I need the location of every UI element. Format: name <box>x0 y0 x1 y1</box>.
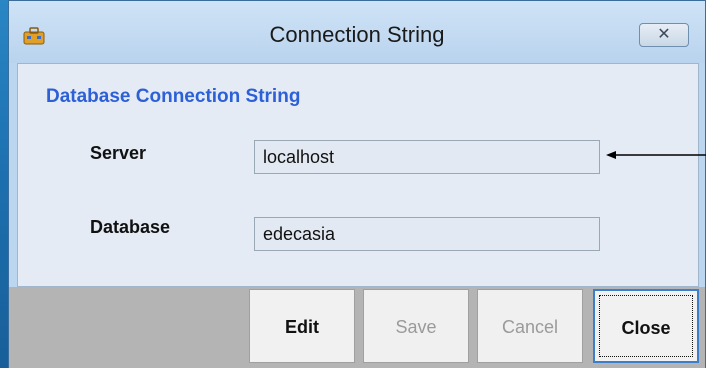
database-label: Database <box>90 217 171 237</box>
window-close-icon[interactable]: ✕ <box>639 23 689 47</box>
close-button-label: Close <box>621 318 671 338</box>
connection-form: Database Connection String Server localh… <box>17 63 699 287</box>
group-title: Database Connection String <box>46 86 301 107</box>
save-button[interactable]: Save <box>363 289 469 363</box>
edit-button[interactable]: Edit <box>249 289 355 363</box>
button-bar: Edit Save Cancel Close <box>9 287 705 368</box>
connection-string-window: Connection String ✕ Database Connection … <box>8 0 706 368</box>
cancel-button[interactable]: Cancel <box>477 289 583 363</box>
server-input[interactable]: localhost <box>254 140 600 174</box>
annotation-arrow-icon <box>606 151 706 159</box>
window-title: Connection String <box>269 22 445 47</box>
server-label: Server <box>90 143 147 163</box>
database-input[interactable]: edecasia <box>254 217 600 251</box>
title-bar[interactable]: Connection String ✕ <box>9 1 705 63</box>
close-button[interactable]: Close <box>593 289 699 363</box>
